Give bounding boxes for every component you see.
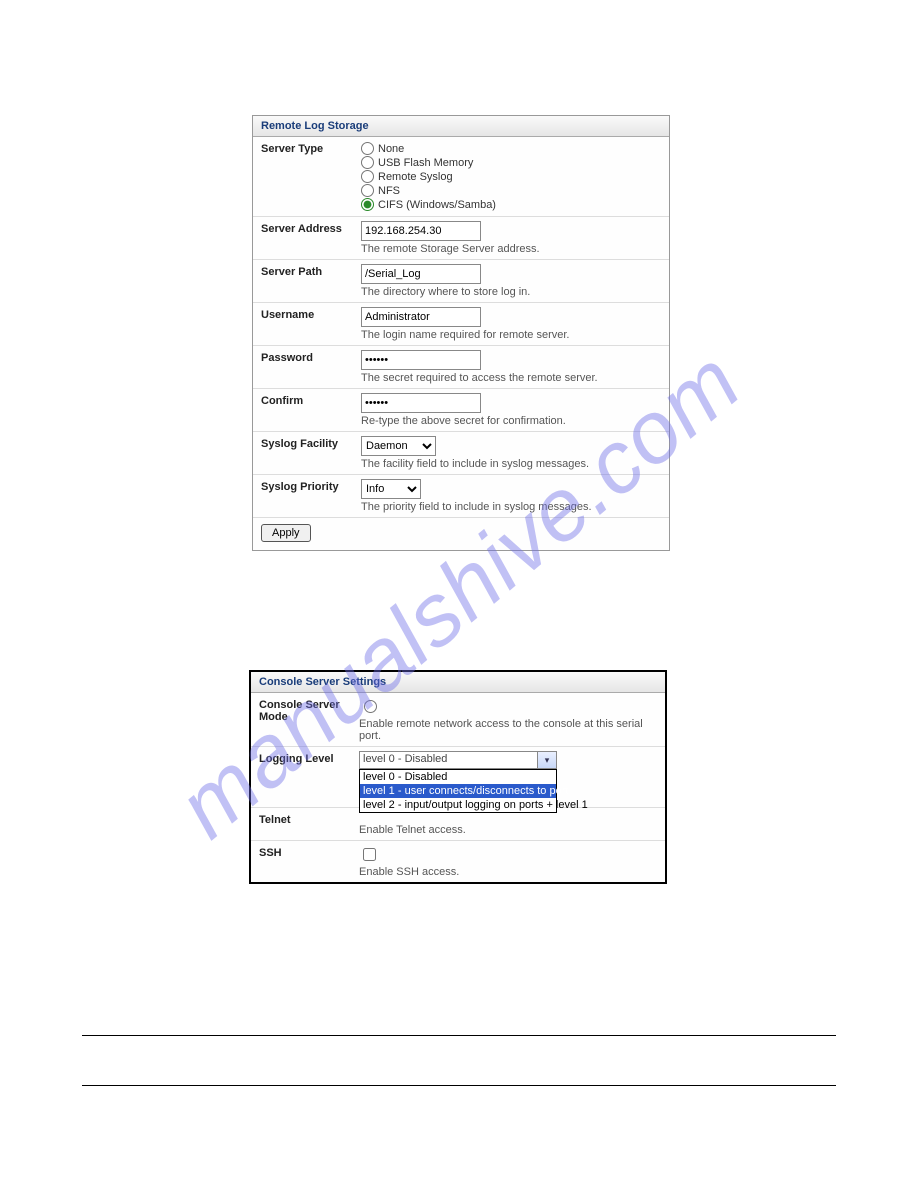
confirm-label: Confirm (261, 393, 361, 427)
username-help: The login name required for remote serve… (361, 329, 661, 341)
telnet-help: Enable Telnet access. (359, 824, 657, 836)
syslog-facility-select[interactable]: Daemon (361, 436, 436, 456)
username-label: Username (261, 307, 361, 341)
console-mode-radio[interactable] (364, 700, 377, 713)
radio-syslog-label: Remote Syslog (378, 171, 453, 183)
confirm-input[interactable] (361, 393, 481, 413)
password-label: Password (261, 350, 361, 384)
panel1-title: Remote Log Storage (253, 116, 669, 137)
logging-level-dropdown: level 0 - Disabled level 1 - user connec… (359, 769, 557, 813)
ssh-help: Enable SSH access. (359, 866, 657, 878)
radio-none[interactable] (361, 142, 374, 155)
server-address-help: The remote Storage Server address. (361, 243, 661, 255)
radio-none-label: None (378, 143, 404, 155)
password-input[interactable] (361, 350, 481, 370)
confirm-help: Re-type the above secret for confirmatio… (361, 415, 661, 427)
radio-cifs-label: CIFS (Windows/Samba) (378, 199, 496, 211)
logging-level-selected: level 0 - Disabled (363, 753, 447, 765)
username-input[interactable] (361, 307, 481, 327)
syslog-priority-help: The priority field to include in syslog … (361, 501, 661, 513)
radio-remote-syslog[interactable] (361, 170, 374, 183)
logging-level-label: Logging Level (259, 751, 359, 769)
ssh-checkbox[interactable] (363, 848, 376, 861)
console-mode-label: Console Server Mode (259, 697, 359, 742)
server-path-input[interactable] (361, 264, 481, 284)
logging-level-option-0[interactable]: level 0 - Disabled (360, 770, 556, 784)
logging-level-select[interactable]: level 0 - Disabled ▾ (359, 751, 557, 769)
telnet-label: Telnet (259, 812, 359, 836)
radio-usb[interactable] (361, 156, 374, 169)
radio-nfs[interactable] (361, 184, 374, 197)
server-path-help: The directory where to store log in. (361, 286, 661, 298)
divider-2 (82, 1085, 836, 1086)
syslog-facility-label: Syslog Facility (261, 436, 361, 470)
panel2-title: Console Server Settings (251, 672, 665, 693)
server-path-label: Server Path (261, 264, 361, 298)
server-address-label: Server Address (261, 221, 361, 255)
ssh-label: SSH (259, 845, 359, 878)
syslog-facility-help: The facility field to include in syslog … (361, 458, 661, 470)
server-address-input[interactable] (361, 221, 481, 241)
apply-button[interactable]: Apply (261, 524, 311, 542)
syslog-priority-label: Syslog Priority (261, 479, 361, 513)
syslog-priority-select[interactable]: Info (361, 479, 421, 499)
logging-level-option-1[interactable]: level 1 - user connects/disconnects to p… (360, 784, 556, 798)
console-server-settings-panel: Console Server Settings Console Server M… (249, 670, 667, 884)
radio-nfs-label: NFS (378, 185, 400, 197)
remote-log-storage-panel: Remote Log Storage Server Type None USB … (252, 115, 670, 551)
chevron-down-icon: ▾ (537, 752, 556, 768)
password-help: The secret required to access the remote… (361, 372, 661, 384)
server-type-label: Server Type (261, 141, 361, 212)
logging-level-option-2[interactable]: level 2 - input/output logging on ports … (360, 798, 556, 812)
divider-1 (82, 1035, 836, 1036)
radio-usb-label: USB Flash Memory (378, 157, 473, 169)
radio-cifs[interactable] (361, 198, 374, 211)
console-mode-help: Enable remote network access to the cons… (359, 718, 657, 742)
